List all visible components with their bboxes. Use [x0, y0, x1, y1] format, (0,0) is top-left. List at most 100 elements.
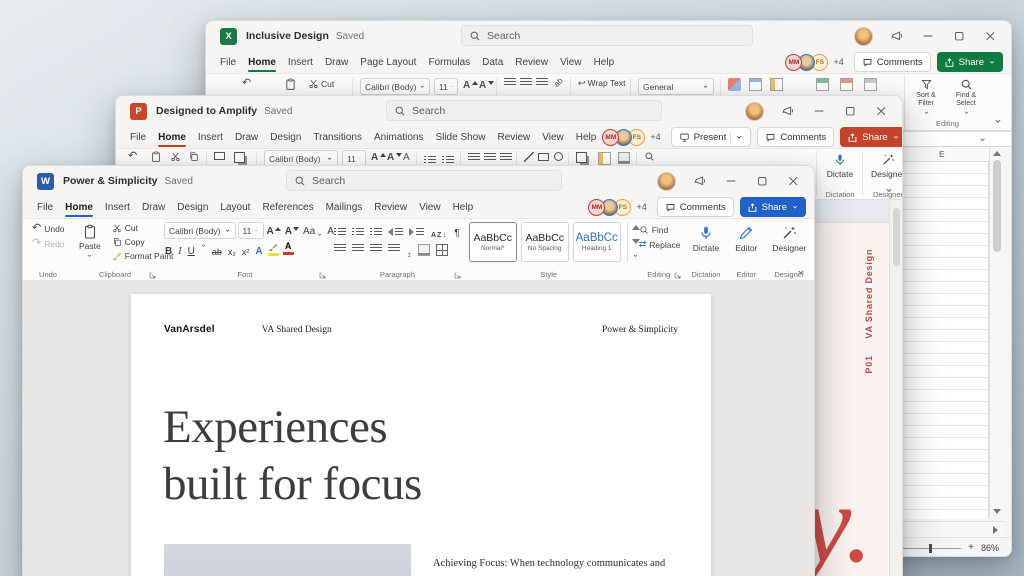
share-button[interactable]: Share	[840, 127, 902, 147]
excel-user-avatar[interactable]	[854, 26, 873, 46]
font-color-button[interactable]: A	[282, 242, 294, 255]
shrink-font-button[interactable]: A	[386, 150, 403, 166]
scroll-right-arrow[interactable]	[993, 525, 998, 534]
tab-draw[interactable]: Draw	[229, 126, 264, 148]
conditional-formatting-button[interactable]	[728, 78, 741, 91]
cell-styles-button[interactable]	[770, 78, 783, 91]
minimize-button[interactable]	[724, 174, 738, 188]
tab-help[interactable]: Help	[570, 126, 603, 148]
multilevel-list-button[interactable]	[370, 224, 382, 240]
dialog-launcher-icon[interactable]	[149, 272, 156, 279]
feedback-megaphone-icon[interactable]	[781, 104, 795, 118]
tab-home[interactable]: Home	[152, 126, 192, 148]
designer-button[interactable]: Designer	[769, 224, 809, 254]
paste-button[interactable]	[284, 78, 297, 91]
collaborator-overflow-count[interactable]: +4	[636, 202, 646, 212]
align-right-button[interactable]	[500, 153, 512, 162]
highlight-button[interactable]	[267, 242, 279, 256]
close-button[interactable]	[786, 174, 800, 188]
document-page[interactable]: VanArsdel VA Shared Design Power & Simpl…	[131, 294, 711, 576]
shape-rectangle-tool[interactable]	[538, 153, 549, 161]
chevron-down-icon[interactable]	[200, 242, 207, 249]
dialog-launcher-icon[interactable]	[319, 272, 326, 279]
excel-app-icon[interactable]: X	[220, 27, 237, 45]
zoom-in-button[interactable]: +	[968, 543, 974, 553]
tab-animations[interactable]: Animations	[368, 126, 429, 148]
tab-references[interactable]: References	[256, 196, 319, 218]
align-middle-button[interactable]	[520, 78, 532, 87]
delete-cells-button[interactable]	[840, 78, 853, 91]
insert-cells-button[interactable]	[816, 78, 829, 91]
paragraph-marks-button[interactable]: ¶	[453, 224, 460, 240]
undo-button[interactable]: ↶	[128, 151, 137, 162]
paste-button[interactable]: Paste	[74, 222, 106, 261]
shrink-font-button[interactable]: A	[284, 222, 300, 238]
find-button[interactable]	[644, 151, 655, 162]
comments-button[interactable]: Comments	[853, 52, 931, 72]
line-spacing-button[interactable]: ↕	[406, 244, 412, 260]
ppt-user-avatar[interactable]	[745, 101, 764, 121]
number-format-select[interactable]: General	[638, 78, 714, 95]
text-effects-button[interactable]: A	[254, 242, 263, 258]
comments-button[interactable]: Comments	[757, 127, 835, 147]
dictate-button[interactable]: Dictate	[689, 224, 723, 254]
numbering-button[interactable]	[352, 224, 364, 240]
tab-view[interactable]: View	[554, 51, 588, 73]
sort-filter-button[interactable]: Sort & Filter	[909, 78, 943, 116]
tab-formulas[interactable]: Formulas	[422, 51, 476, 73]
tab-insert[interactable]: Insert	[282, 51, 319, 73]
shape-fill-button[interactable]	[618, 152, 630, 164]
present-button[interactable]: Present	[670, 127, 752, 147]
ribbon-collapse-chevron[interactable]	[884, 185, 894, 195]
tab-design[interactable]: Design	[264, 126, 307, 148]
scroll-up-arrow[interactable]	[993, 151, 1001, 156]
align-top-button[interactable]	[504, 78, 516, 87]
collaborator-badge[interactable]: MM	[602, 128, 620, 146]
grow-font-button[interactable]: A	[266, 222, 282, 238]
paste-button[interactable]	[150, 151, 162, 163]
align-center-button[interactable]	[484, 153, 496, 162]
column-header-e[interactable]: E	[939, 149, 945, 159]
dialog-launcher-icon[interactable]	[674, 272, 681, 279]
justify-button[interactable]	[388, 244, 400, 253]
collaborator-overflow-count[interactable]: +4	[650, 132, 660, 142]
tab-review[interactable]: Review	[509, 51, 554, 73]
share-button[interactable]: Share	[739, 197, 806, 217]
style-card-normal-[interactable]: AaBbCc Normal*	[468, 222, 517, 262]
tab-home[interactable]: Home	[242, 51, 282, 73]
tab-help[interactable]: Help	[447, 196, 480, 218]
style-card-no-spacing[interactable]: AaBbCc No Spacing	[520, 222, 569, 262]
zoom-slider[interactable]	[901, 543, 962, 553]
tab-data[interactable]: Data	[476, 51, 509, 73]
cut-button[interactable]	[170, 151, 181, 162]
scrollbar-thumb[interactable]	[993, 160, 1001, 252]
slide-scrollbar[interactable]	[889, 200, 902, 576]
maximize-button[interactable]	[843, 104, 857, 118]
format-cells-button[interactable]	[864, 78, 877, 91]
tab-page-layout[interactable]: Page Layout	[354, 51, 422, 73]
font-name-select[interactable]: Calibri (Body)	[164, 222, 236, 239]
collaborator-badge[interactable]: MM	[588, 198, 606, 216]
word-search-box[interactable]	[286, 170, 562, 191]
quick-styles-button[interactable]	[598, 152, 611, 165]
scroll-down-arrow[interactable]	[993, 509, 1001, 514]
redo-button[interactable]: ↷ Redo	[30, 237, 66, 250]
zoom-level[interactable]: 86%	[981, 543, 999, 553]
tab-home[interactable]: Home	[59, 196, 99, 218]
align-center-button[interactable]	[352, 244, 364, 253]
ribbon-collapse-chevron[interactable]	[796, 267, 806, 277]
new-slide-button[interactable]	[214, 152, 225, 160]
wrap-text-button[interactable]: ↩ Wrap Text	[578, 78, 626, 88]
strikethrough-button[interactable]: ab	[211, 242, 223, 258]
tab-review[interactable]: Review	[368, 196, 413, 218]
shrink-font-button[interactable]: A	[478, 78, 495, 94]
share-button[interactable]: Share	[936, 52, 1003, 72]
grow-font-button[interactable]: A	[462, 78, 479, 94]
subscript-button[interactable]: x₂	[227, 242, 237, 258]
replace-button[interactable]: ⇄ Replace	[637, 238, 681, 251]
tab-mailings[interactable]: Mailings	[320, 196, 369, 218]
format-as-table-button[interactable]	[749, 78, 762, 91]
bullets-button[interactable]	[334, 224, 346, 240]
undo-button[interactable]: ↶ Undo	[30, 222, 66, 235]
copy-button[interactable]	[188, 151, 199, 162]
